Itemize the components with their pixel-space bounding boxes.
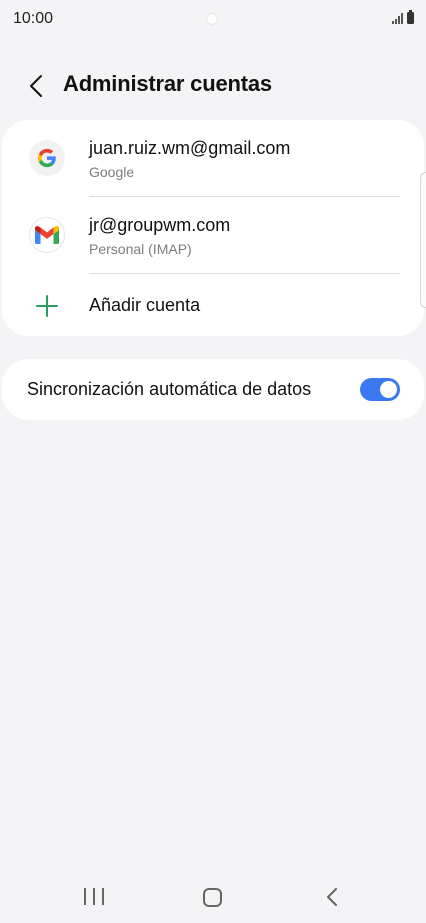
- back-icon[interactable]: [325, 887, 339, 907]
- battery-icon: [407, 10, 414, 24]
- header: Administrar cuentas: [0, 60, 426, 108]
- plus-icon: [36, 295, 58, 317]
- screen: 10:00 Administrar cuentas juan.ruiz.wm@g…: [0, 0, 426, 923]
- auto-sync-label: Sincronización automática de datos: [27, 379, 312, 399]
- toggle-knob: [380, 381, 397, 398]
- page-title: Administrar cuentas: [63, 71, 272, 96]
- back-button[interactable]: [20, 70, 52, 102]
- account-email: juan.ruiz.wm@gmail.com: [89, 138, 291, 158]
- sync-card: Sincronización automática de datos: [2, 359, 424, 420]
- account-email: jr@groupwm.com: [89, 215, 231, 235]
- add-account-label: Añadir cuenta: [89, 295, 201, 315]
- add-account-button[interactable]: Añadir cuenta: [2, 274, 424, 336]
- account-type: Personal (IMAP): [89, 241, 192, 257]
- status-icons: [392, 10, 414, 24]
- google-icon: [37, 148, 56, 168]
- recents-icon[interactable]: [84, 888, 104, 906]
- account-type: Google: [89, 164, 135, 180]
- navigation-bar: [0, 870, 426, 923]
- home-icon[interactable]: [203, 888, 222, 907]
- account-row-google[interactable]: juan.ruiz.wm@gmail.com Google: [2, 120, 424, 197]
- status-time: 10:00: [13, 10, 54, 27]
- accounts-card: juan.ruiz.wm@gmail.com Google jr@groupwm…: [2, 120, 426, 336]
- scroll-indicator[interactable]: [420, 172, 426, 308]
- gmail-icon: [35, 226, 59, 244]
- account-row-imap[interactable]: jr@groupwm.com Personal (IMAP): [2, 197, 424, 274]
- chevron-left-icon: [30, 75, 42, 97]
- gmail-avatar: [29, 217, 65, 253]
- status-bar: 10:00: [0, 0, 426, 40]
- auto-sync-toggle[interactable]: [360, 378, 400, 401]
- google-avatar: [29, 140, 65, 176]
- camera-dot: [206, 13, 218, 25]
- signal-icon: [392, 13, 403, 24]
